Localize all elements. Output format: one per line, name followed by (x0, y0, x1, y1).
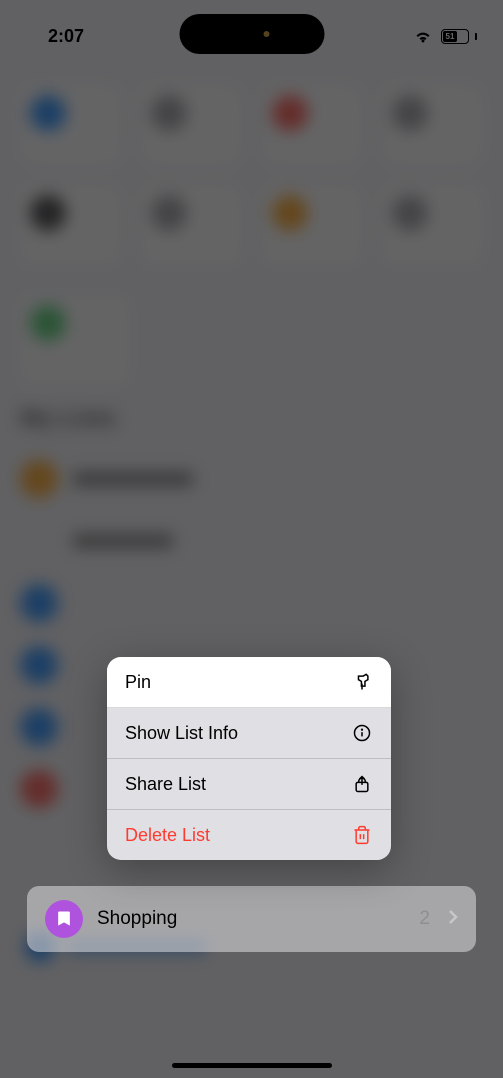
menu-item-delete[interactable]: Delete List (107, 810, 391, 860)
context-menu: Pin Show List Info Share List (107, 657, 391, 860)
home-indicator[interactable] (172, 1063, 332, 1068)
menu-item-pin[interactable]: Pin (107, 657, 391, 708)
menu-label: Share List (125, 774, 206, 795)
trash-icon (351, 824, 373, 846)
pin-icon (351, 671, 373, 693)
menu-label: Show List Info (125, 723, 238, 744)
menu-item-share[interactable]: Share List (107, 759, 391, 810)
list-preview-shopping[interactable]: Shopping 2 (27, 886, 476, 952)
list-name: Shopping (97, 908, 405, 930)
menu-label: Delete List (125, 825, 210, 846)
menu-item-show-info[interactable]: Show List Info (107, 708, 391, 759)
menu-label: Pin (125, 672, 151, 693)
list-count: 2 (419, 908, 430, 930)
list-icon-circle (45, 900, 83, 938)
info-icon (351, 722, 373, 744)
chevron-right-icon (448, 909, 458, 930)
bookmark-icon (54, 909, 74, 929)
share-icon (351, 773, 373, 795)
